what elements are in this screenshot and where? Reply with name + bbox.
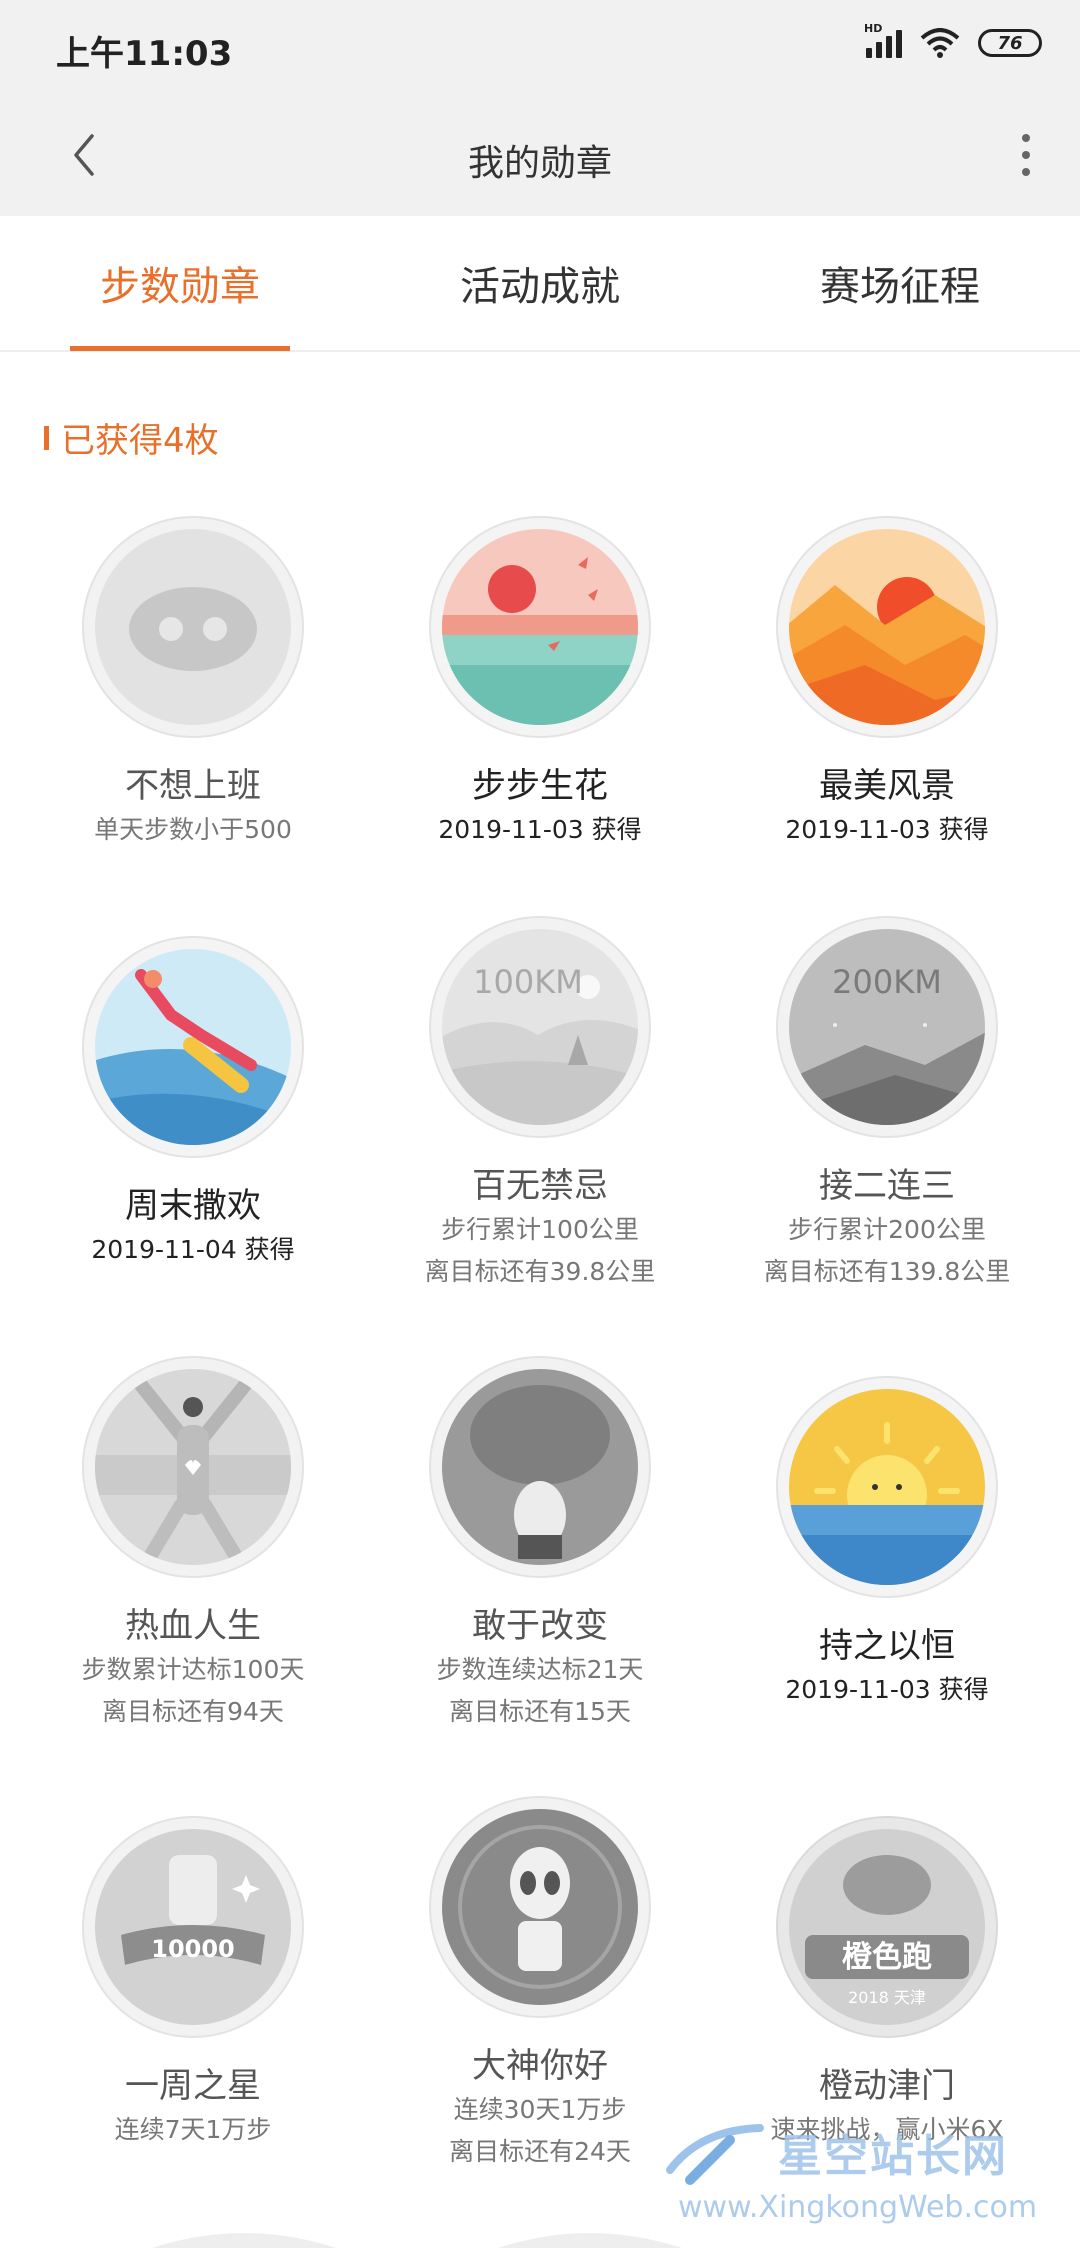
medal-item[interactable]: 最美风景 2019-11-03 获得 [714,515,1060,851]
medal-item[interactable]: 敢于改变 步数连续达标21天 离目标还有15天 [367,1355,713,1733]
section-title: 已获得4枚 [61,421,219,461]
medal-name: 百无禁忌 [472,1166,608,1206]
medal-item[interactable]: 100KM 百无禁忌 步行累计100公里 离目标还有39.8公里 [367,915,713,1293]
medal-progress: 离目标还有39.8公里 [424,1257,656,1286]
night-mountain-200km-icon: 200KM [776,916,998,1138]
landscape-100km-icon: 100KM [429,916,651,1138]
watermark-url: www.XingkongWeb.com [678,2190,1038,2225]
signal-icon: HD [864,22,902,58]
section-header: 已获得4枚 [44,413,219,462]
tab-race-journey[interactable]: 赛场征程 [720,216,1080,350]
pig-icon [82,516,304,738]
medal-name: 周末撒欢 [125,1186,261,1226]
medal-name: 不想上班 [125,766,261,806]
medal-item[interactable]: 步步生花 2019-11-03 获得 [367,515,713,851]
network-label: HD [864,22,883,35]
medal-item[interactable]: 橙色跑 2018 天津 橙动津门 速来挑战，赢小米6X [714,1815,1060,2151]
medal-earned-date: 2019-11-03 获得 [438,815,642,844]
medal-item[interactable]: 不想上班 单天步数小于500 [20,515,366,851]
medal-badge-subtext: 2018 天津 [848,1988,926,2007]
star-10000-icon: 10000 [82,1816,304,2038]
medal-progress: 离目标还有139.8公里 [763,1257,1011,1286]
tab-activity-achievements[interactable]: 活动成就 [360,216,720,350]
medal-badge-text: 100KM [473,963,583,1001]
medal-item[interactable]: 热血人生 步数累计达标100天 离目标还有94天 [20,1355,366,1733]
medal-item[interactable]: 持之以恒 2019-11-03 获得 [714,1375,1060,1711]
watermark-title: 星空站长网 [778,2131,1008,2182]
sun-sea-icon [776,1376,998,1598]
status-bar: 上午11:03 HD 76 [0,0,1080,96]
medal-earned-date: 2019-11-03 获得 [785,815,989,844]
watermark-logo-icon [666,2124,764,2185]
more-menu-icon[interactable] [1016,130,1036,180]
battery-icon: 76 [978,29,1042,57]
wifi-icon [920,28,960,58]
medal-requirement: 步行累计200公里 [788,1215,986,1244]
medal-name: 敢于改变 [472,1606,608,1646]
medal-item[interactable]: 大神你好 连续30天1万步 离目标还有24天 [367,1795,713,2173]
watermark: 星空站长网 www.XingkongWeb.com [660,2120,1080,2248]
mountain-sunrise-icon [776,516,998,738]
sunset-sea-icon [429,516,651,738]
medal-earned-date: 2019-11-03 获得 [785,1675,989,1704]
tab-bar: 步数勋章 活动成就 赛场征程 [0,216,1080,352]
medal-requirement: 步行累计100公里 [441,1215,639,1244]
medal-requirement: 连续7天1万步 [114,2115,272,2144]
medal-earned-date: 2019-11-04 获得 [91,1235,295,1264]
medal-progress: 离目标还有15天 [449,1697,631,1726]
medal-requirement: 单天步数小于500 [94,815,292,844]
tab-step-medals[interactable]: 步数勋章 [0,216,360,350]
medal-badge-text: 10000 [151,1935,235,1963]
jumping-runner-icon [82,936,304,1158]
section-marker [44,425,49,450]
medal-name: 持之以恒 [819,1626,955,1666]
medal-name: 接二连三 [819,1166,955,1206]
status-icons: HD 76 [864,22,1042,58]
medal-badge-text: 橙色跑 [842,1940,932,1975]
page-title: 我的勋章 [467,143,612,184]
medal-name: 一周之星 [125,2066,261,2106]
medal-badge-text: 200KM [832,963,942,1001]
medal-requirement: 步数连续达标21天 [436,1655,644,1684]
medal-name: 大神你好 [472,2046,608,2086]
medal-requirement: 步数累计达标100天 [81,1655,305,1684]
medal-name: 橙动津门 [819,2066,955,2106]
medal-item[interactable]: 10000 一周之星 连续7天1万步 [20,1815,366,2151]
medal-progress: 离目标还有94天 [102,1697,284,1726]
heart-figure-icon [82,1356,304,1578]
alien-icon [429,1796,651,2018]
medal-item[interactable]: 200KM 接二连三 步行累计200公里 离目标还有139.8公里 [714,915,1060,1293]
medal-name: 最美风景 [819,766,955,806]
medal-name: 步步生花 [472,766,608,806]
medal-item[interactable]: 周末撒欢 2019-11-04 获得 [20,935,366,1271]
bear-icon [429,1356,651,1578]
medal-partial-icon [152,2233,336,2248]
medal-name: 热血人生 [125,1606,261,1646]
nav-bar: 我的勋章 [0,96,1080,216]
orange-run-tianjin-icon: 橙色跑 2018 天津 [776,1816,998,2038]
status-time: 上午11:03 [56,34,233,74]
active-tab-indicator [70,346,290,351]
